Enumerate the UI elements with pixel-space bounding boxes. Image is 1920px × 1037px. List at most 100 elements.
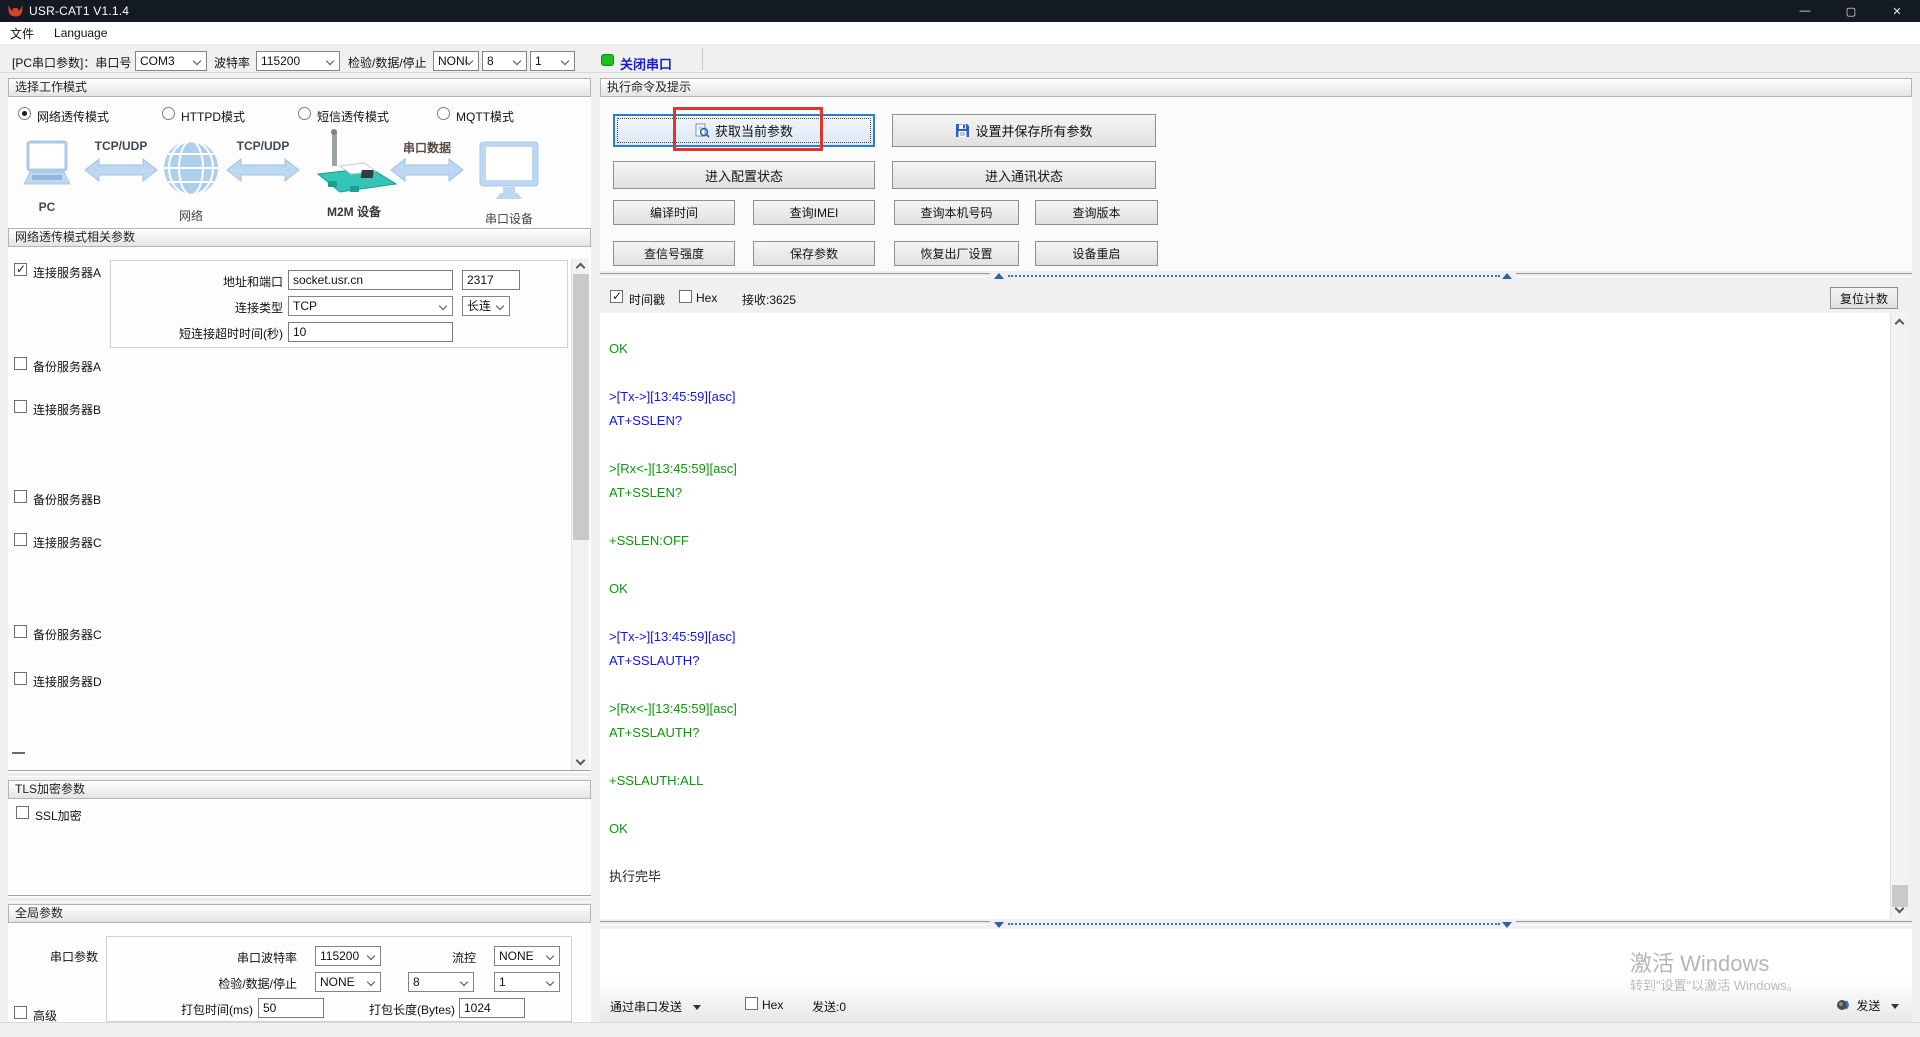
databits-select[interactable]: 8 <box>482 51 527 71</box>
g-flow-label: 流控 <box>420 949 476 966</box>
log-line: AT+SSLEN? <box>609 409 1890 433</box>
set-save-params-button[interactable]: 设置并保存所有参数 <box>892 114 1156 147</box>
serial-params-label: 串口参数 <box>50 948 98 965</box>
stopbits-select[interactable]: 1 <box>530 51 575 71</box>
arrow-left-right-icon <box>84 158 158 182</box>
send-hex-label: Hex <box>762 998 783 1012</box>
send-button[interactable]: 发送 <box>1836 997 1899 1014</box>
packtime-label: 打包时间(ms) <box>160 1001 253 1018</box>
parity-data-stop-label: 检验/数据/停止 <box>348 54 427 71</box>
send-via-serial-dropdown[interactable]: 通过串口发送 <box>610 998 701 1015</box>
g-databits-select[interactable]: 8 <box>408 972 474 992</box>
ssl-checkbox[interactable] <box>16 806 29 819</box>
log-hex-checkbox[interactable] <box>679 290 692 303</box>
pc-laptop-icon <box>18 140 76 198</box>
timestamp-checkbox[interactable] <box>610 290 623 303</box>
server-checkbox[interactable] <box>14 357 27 370</box>
g-flow-select[interactable]: NONE <box>494 946 560 966</box>
save-floppy-icon <box>955 123 970 138</box>
advanced-checkbox[interactable] <box>14 1006 27 1019</box>
log-line: OK <box>609 817 1890 841</box>
serial-port-label: [PC串口参数]：串口号 <box>12 54 131 71</box>
tls-panel <box>8 799 591 895</box>
tls-header: TLS加密参数 <box>8 780 591 799</box>
work-mode-radio-label: HTTPD模式 <box>181 108 245 125</box>
send-hex-checkbox[interactable] <box>745 997 758 1010</box>
command-button-label: 查询本机号码 <box>920 204 992 221</box>
baud-label: 波特率 <box>214 54 250 71</box>
work-mode-radio[interactable] <box>18 107 31 120</box>
command-button[interactable]: 保存参数 <box>753 241 875 266</box>
work-mode-radio[interactable] <box>437 107 450 120</box>
command-button[interactable]: 查询版本 <box>1035 200 1158 225</box>
server-checkbox[interactable] <box>14 533 27 546</box>
arrow-left-right-icon <box>226 158 300 182</box>
server-checkbox-label: 备份服务器B <box>33 491 101 508</box>
log-line: >[Tx->][13:45:59][asc] <box>609 625 1890 649</box>
log-line <box>609 505 1890 529</box>
server-checkbox-label: 连接服务器D <box>33 673 102 690</box>
command-header: 执行命令及提示 <box>600 78 1912 97</box>
server-checkbox[interactable] <box>14 490 27 503</box>
reset-count-button[interactable]: 复位计数 <box>1830 287 1898 309</box>
log-output[interactable]: OK >[Tx->][13:45:59][asc] AT+SSLEN? >[Rx<… <box>600 313 1890 919</box>
command-button-label: 设备重启 <box>1072 245 1120 262</box>
conn-type-label: 连接类型 <box>120 299 283 316</box>
packtime-input[interactable]: 50 <box>258 998 324 1018</box>
server-address-input[interactable]: socket.usr.cn <box>288 270 453 290</box>
log-line: >[Rx<-][13:45:59][asc] <box>609 697 1890 721</box>
log-scrollbar[interactable] <box>1890 313 1908 919</box>
net-params-header: 网络透传模式相关参数 <box>8 228 591 247</box>
log-bottom-splitter[interactable] <box>600 919 1912 929</box>
server-checkbox[interactable] <box>14 400 27 413</box>
maximize-button[interactable]: ▢ <box>1828 0 1874 22</box>
title-bar: USR-CAT1 V1.1.4 — ▢ ✕ <box>0 0 1920 22</box>
keepalive-select[interactable]: 长连 <box>462 296 510 316</box>
conn-type-select[interactable]: TCP <box>288 296 453 316</box>
com-port-select[interactable]: COM3 <box>135 51 207 71</box>
diagram-link3-label: 串口数据 <box>390 139 464 156</box>
server-checkbox-label: 连接服务器C <box>33 534 102 551</box>
menu-item[interactable]: 文件 <box>0 25 44 42</box>
command-button-label: 查询IMEI <box>790 204 839 221</box>
command-button[interactable]: 查询IMEI <box>753 200 875 225</box>
left-panel-scrollbar[interactable] <box>571 258 589 770</box>
server-a-checkbox[interactable] <box>14 263 27 276</box>
server-checkbox[interactable] <box>14 625 27 638</box>
log-line: AT+SSLAUTH? <box>609 649 1890 673</box>
log-line <box>609 793 1890 817</box>
app-logo-icon <box>8 5 23 17</box>
enter-config-button[interactable]: 进入配置状态 <box>613 161 875 189</box>
work-mode-radio[interactable] <box>162 107 175 120</box>
command-button[interactable]: 设备重启 <box>1035 241 1158 266</box>
command-button[interactable]: 恢复出厂设置 <box>894 241 1019 266</box>
log-line <box>609 553 1890 577</box>
command-button[interactable]: 查信号强度 <box>613 241 735 266</box>
short-timeout-input[interactable]: 10 <box>288 322 453 342</box>
port-open-led-icon <box>601 54 614 66</box>
server-port-input[interactable]: 2317 <box>462 270 520 290</box>
addr-port-label: 地址和端口 <box>120 273 283 290</box>
log-line: AT+SSLAUTH? <box>609 721 1890 745</box>
g-stopbits-select[interactable]: 1 <box>494 972 560 992</box>
log-top-splitter[interactable] <box>600 271 1912 281</box>
menu-item[interactable]: Language <box>44 26 117 40</box>
log-line <box>609 601 1890 625</box>
g-baud-select[interactable]: 115200 <box>315 946 381 966</box>
log-hex-label: Hex <box>696 291 717 305</box>
parity-select[interactable]: NONI <box>433 51 479 71</box>
baud-select[interactable]: 115200 <box>256 51 340 71</box>
enter-comm-button[interactable]: 进入通讯状态 <box>892 161 1156 189</box>
send-button-label: 发送 <box>1856 999 1880 1013</box>
command-button[interactable]: 编译时间 <box>613 200 735 225</box>
close-port-button[interactable]: 关闭串口 <box>620 54 672 73</box>
packlen-input[interactable]: 1024 <box>459 998 525 1018</box>
server-checkbox[interactable] <box>14 672 27 685</box>
command-button[interactable]: 查询本机号码 <box>894 200 1019 225</box>
chevron-down-icon <box>1891 1004 1899 1009</box>
minimize-button[interactable]: — <box>1782 0 1828 22</box>
g-parity-select[interactable]: NONE <box>315 972 381 992</box>
close-button[interactable]: ✕ <box>1874 0 1920 22</box>
work-mode-radio[interactable] <box>298 107 311 120</box>
server-checkbox-label: 备份服务器C <box>33 626 102 643</box>
